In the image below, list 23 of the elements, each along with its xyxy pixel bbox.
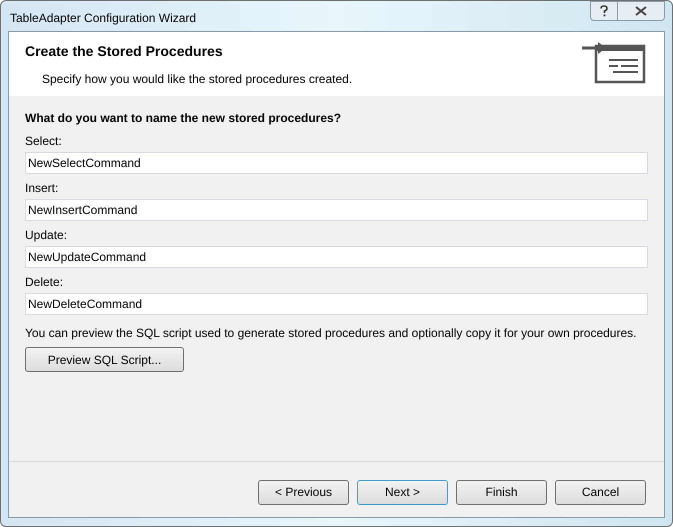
input-field[interactable]: NewSelectCommand bbox=[25, 152, 648, 174]
close-button[interactable] bbox=[618, 1, 665, 21]
close-icon bbox=[635, 6, 647, 16]
note-text: You can preview the SQL script used to generate stored procedures and optionally copy it for your own procedures. bbox=[25, 325, 638, 342]
window-title: TableAdapter Configuration Wizard bbox=[10, 10, 196, 27]
help-icon bbox=[600, 5, 608, 17]
preview-sql-button[interactable]: Preview SQL Script... bbox=[25, 347, 184, 372]
field-label: Delete: bbox=[25, 274, 64, 291]
wizard-button[interactable]: Cancel bbox=[555, 480, 646, 504]
wizard-button[interactable]: < Previous bbox=[258, 480, 349, 504]
input-field[interactable]: NewDeleteCommand bbox=[25, 293, 648, 315]
window-arrow-icon bbox=[582, 42, 646, 84]
field-label: Insert: bbox=[25, 180, 60, 197]
input-field[interactable]: NewUpdateCommand bbox=[25, 246, 648, 268]
page-title: Create the Stored Procedures bbox=[25, 42, 224, 61]
page-subtitle: Specify how you would like the stored procedures created. bbox=[42, 71, 352, 88]
field-label: Select: bbox=[25, 133, 63, 150]
question-text: What do you want to name the new stored procedures? bbox=[25, 110, 342, 127]
input-field[interactable]: NewInsertCommand bbox=[25, 199, 648, 221]
wizard-button[interactable]: Finish bbox=[456, 480, 547, 504]
wizard-button[interactable]: Next > bbox=[357, 480, 448, 504]
help-button[interactable] bbox=[590, 1, 618, 21]
field-label: Update: bbox=[25, 227, 68, 244]
